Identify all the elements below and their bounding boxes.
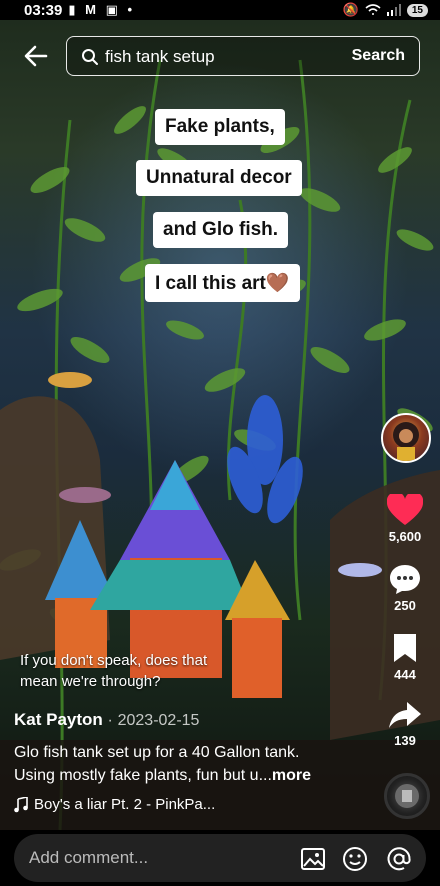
- avatar-portrait: [393, 422, 419, 461]
- comment-count: 250: [394, 598, 416, 613]
- music-row[interactable]: Boy's a liar Pt. 2 - PinkPa...: [14, 796, 215, 813]
- status-time: 03:39: [24, 1, 63, 19]
- heart-icon: [387, 494, 423, 525]
- search-input[interactable]: fish tank setup Search: [66, 36, 420, 76]
- music-note-icon: [14, 796, 28, 812]
- like-count: 5,600: [388, 529, 422, 544]
- battery-indicator: 15: [406, 3, 428, 17]
- description-line-2: Using mostly fake plants, fun but u...: [14, 767, 272, 784]
- signal-icon: [386, 4, 401, 16]
- search-query: fish tank setup: [105, 47, 215, 66]
- bookmark-icon: [394, 634, 416, 662]
- description-line-1: Glo fish tank set up for a 40 Gallon tan…: [14, 744, 300, 761]
- comment-bubble-icon: [390, 565, 420, 594]
- post-date: 2023-02-15: [117, 712, 200, 729]
- lyric-subtitle: If you don't speak, does that mean we're…: [20, 650, 207, 692]
- comment-placeholder: Add comment...: [29, 848, 149, 867]
- search-header: fish tank setup Search: [0, 34, 440, 78]
- image-icon[interactable]: [300, 846, 326, 872]
- comment-input[interactable]: Add comment...: [14, 834, 426, 882]
- caption-line-4: I call this art🤎: [145, 264, 300, 302]
- music-title: Boy's a liar Pt. 2 - PinkPa...: [34, 796, 216, 813]
- album-art: [395, 784, 419, 808]
- back-arrow-icon[interactable]: [22, 42, 50, 70]
- mention-icon[interactable]: [386, 846, 412, 872]
- search-icon: [82, 49, 98, 65]
- share-count: 139: [394, 733, 416, 748]
- author-name[interactable]: Kat Payton: [14, 710, 103, 729]
- status-bar: 03:39 ▮ M ▣ • 🔕 15: [0, 0, 440, 20]
- separator-dot: ·: [107, 712, 113, 729]
- comment-button[interactable]: 250: [375, 563, 435, 613]
- music-disc[interactable]: [384, 773, 430, 819]
- lyric-line-1: If you don't speak, does that: [20, 652, 208, 669]
- notification-icons: ▮ M ▣ •: [68, 2, 136, 17]
- save-button[interactable]: 444: [375, 632, 435, 682]
- emoji-icon[interactable]: [342, 846, 368, 872]
- save-count: 444: [394, 667, 416, 682]
- wifi-icon: [365, 4, 381, 15]
- post-author-row[interactable]: Kat Payton · 2023-02-15: [14, 710, 199, 730]
- caption-line-1: Fake plants,: [155, 109, 285, 145]
- post-description[interactable]: Glo fish tank set up for a 40 Gallon tan…: [14, 741, 364, 787]
- comment-bar: Add comment...: [0, 830, 440, 886]
- more-link[interactable]: more: [272, 767, 311, 784]
- search-button[interactable]: Search: [352, 47, 405, 65]
- like-button[interactable]: 5,600: [375, 494, 435, 544]
- mute-icon: 🔕: [342, 2, 359, 17]
- caption-line-3: and Glo fish.: [153, 212, 289, 248]
- share-arrow-icon: [389, 702, 421, 728]
- share-button[interactable]: 139: [375, 700, 435, 748]
- creator-avatar[interactable]: [381, 413, 431, 463]
- caption-line-2: Unnatural decor: [136, 160, 302, 196]
- lyric-line-2: mean we're through?: [20, 673, 161, 690]
